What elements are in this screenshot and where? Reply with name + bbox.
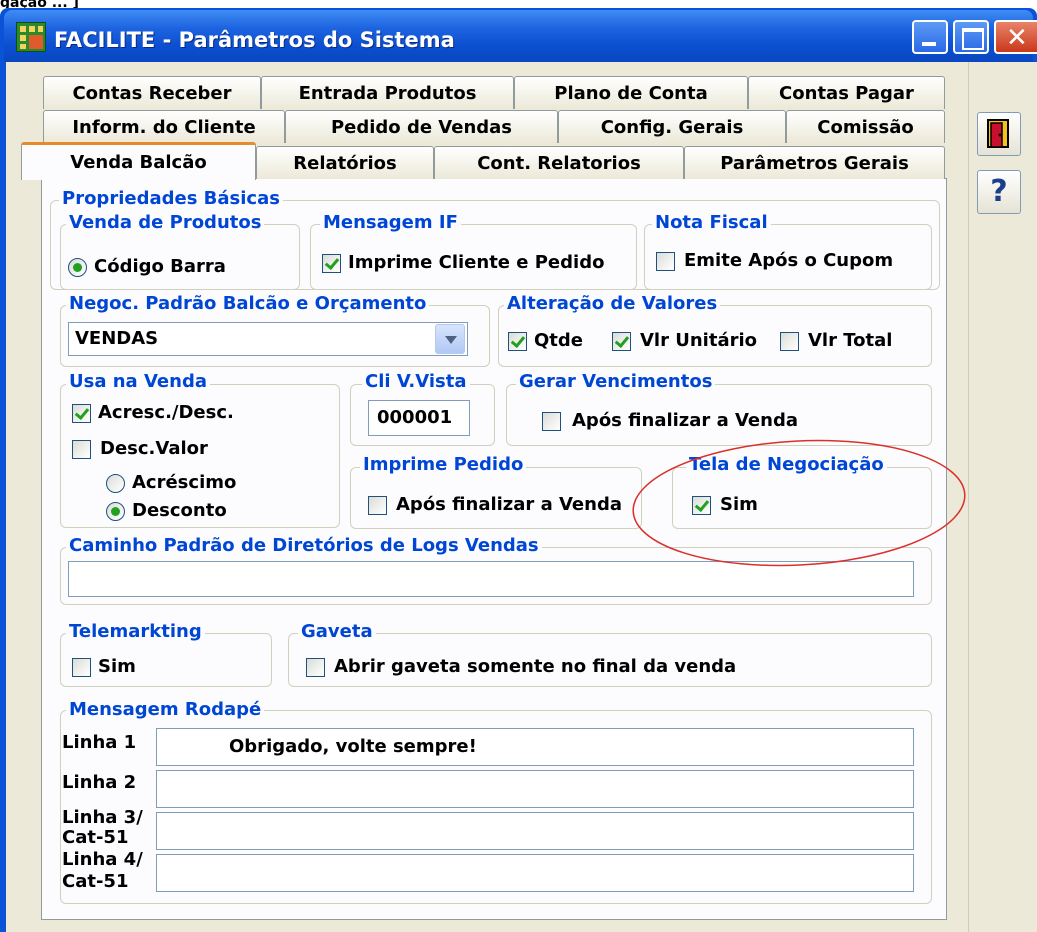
gerar-vencimentos-label: Após finalizar a Venda (572, 410, 798, 431)
window-title: FACILITE - Parâmetros do Sistema (54, 28, 455, 52)
checkbox-desc-valor[interactable] (72, 440, 91, 459)
acresc-desc-label: Acresc./Desc. (98, 402, 234, 423)
linha-3-input[interactable] (156, 812, 914, 850)
help-button[interactable]: ? (977, 170, 1021, 214)
propriedades-basicas-title: Propriedades Básicas (59, 189, 283, 209)
linha-3-cat-label: Cat-51 (62, 827, 129, 848)
close-icon: ✕ (1006, 23, 1028, 53)
checkbox-emite-apos-cupom[interactable] (656, 252, 675, 271)
checkbox-acresc-desc[interactable] (72, 404, 91, 423)
codigo-barra-label: Código Barra (94, 256, 226, 277)
cli-v-vista-input[interactable]: 000001 (368, 400, 470, 436)
group-tela-de-negociacao (672, 467, 932, 529)
telemarkting-sim-label: Sim (98, 656, 136, 677)
tab-comissao[interactable]: Comissão (786, 110, 945, 143)
nota-fiscal-title: Nota Fiscal (652, 213, 771, 233)
minimize-icon (922, 42, 936, 46)
app-icon (16, 22, 46, 52)
minimize-button[interactable] (912, 20, 948, 54)
linha-1-label: Linha 1 (62, 732, 137, 753)
linha-2-input[interactable] (156, 770, 914, 808)
close-button[interactable]: ✕ (994, 20, 1037, 54)
gaveta-label: Abrir gaveta somente no final da venda (334, 656, 737, 677)
gerar-vencimentos-title: Gerar Vencimentos (516, 372, 716, 392)
tab-venda-balcao[interactable]: Venda Balcão (21, 142, 256, 180)
tab-config-gerais[interactable]: Config. Gerais (558, 110, 786, 143)
gaveta-title: Gaveta (298, 622, 376, 642)
imprime-cliente-pedido-label: Imprime Cliente e Pedido (348, 252, 605, 273)
linha-4-input[interactable] (156, 854, 914, 892)
checkbox-gerar-vencimentos[interactable] (542, 412, 561, 431)
tab-relatorios[interactable]: Relatórios (256, 146, 434, 179)
checkbox-vlr-unitario[interactable] (612, 332, 631, 351)
tab-cont-relatorios[interactable]: Cont. Relatorios (434, 146, 684, 179)
checkbox-tela-negociacao-sim[interactable] (692, 496, 711, 515)
checkbox-telemarkting-sim[interactable] (72, 658, 91, 677)
mensagem-if-title: Mensagem IF (320, 213, 461, 233)
checkbox-gaveta[interactable] (306, 658, 325, 677)
tab-plano-de-conta[interactable]: Plano de Conta (514, 76, 748, 109)
radio-desconto[interactable] (106, 502, 125, 521)
radio-acrescimo[interactable] (106, 474, 125, 493)
acrescimo-label: Acréscimo (132, 472, 237, 493)
tab-contas-receber[interactable]: Contas Receber (43, 76, 261, 109)
radio-codigo-barra[interactable] (68, 258, 87, 277)
qtde-label: Qtde (534, 330, 583, 351)
desc-valor-label: Desc.Valor (100, 438, 208, 459)
caminho-logs-title: Caminho Padrão de Diretórios de Logs Ven… (66, 536, 542, 556)
alteracao-valores-title: Alteração de Valores (504, 294, 721, 314)
usa-na-venda-title: Usa na Venda (66, 372, 210, 392)
tab-inform-do-cliente[interactable]: Inform. do Cliente (43, 110, 285, 143)
tab-entrada-produtos[interactable]: Entrada Produtos (261, 76, 514, 109)
emite-apos-cupom-label: Emite Após o Cupom (684, 250, 894, 271)
venda-de-produtos-title: Venda de Produtos (66, 213, 265, 233)
negociacao-select[interactable]: VENDAS (68, 322, 468, 356)
imprime-pedido-label: Após finalizar a Venda (396, 494, 622, 515)
maximize-button[interactable] (953, 20, 989, 54)
tela-de-negociacao-title: Tela de Negociação (686, 455, 887, 475)
tab-contas-pagar[interactable]: Contas Pagar (748, 76, 945, 109)
door-exit-icon (987, 119, 1009, 148)
negociacao-value: VENDAS (75, 328, 159, 349)
imprime-pedido-title: Imprime Pedido (360, 455, 527, 475)
negociacao-title: Negoc. Padrão Balcão e Orçamento (66, 294, 430, 314)
tab-pedido-de-vendas[interactable]: Pedido de Vendas (285, 110, 558, 143)
checkbox-imprime-pedido[interactable] (368, 496, 387, 515)
vlr-unitario-label: Vlr Unitário (640, 330, 758, 351)
linha-2-label: Linha 2 (62, 772, 137, 793)
linha-4-label: Linha 4/ (62, 849, 143, 870)
linha-1-input[interactable]: Obrigado, volte sempre! (156, 728, 914, 766)
caminho-logs-input[interactable] (68, 561, 914, 597)
chevron-down-icon[interactable] (435, 324, 465, 354)
tela-negociacao-sim-label: Sim (720, 494, 758, 515)
vlr-total-label: Vlr Total (808, 330, 893, 351)
cli-v-vista-title: Cli V.Vista (362, 372, 470, 392)
linha-3-label: Linha 3/ (62, 807, 143, 828)
mensagem-rodape-title: Mensagem Rodapé (66, 700, 265, 720)
cli-v-vista-value: 000001 (377, 407, 453, 428)
checkbox-imprime-cliente-pedido[interactable] (322, 254, 341, 273)
telemarkting-title: Telemarkting (66, 622, 205, 642)
question-mark-icon: ? (990, 174, 1008, 209)
checkbox-qtde[interactable] (508, 332, 527, 351)
checkbox-vlr-total[interactable] (780, 332, 799, 351)
tab-parametros-gerais[interactable]: Parâmetros Gerais (684, 146, 945, 179)
exit-button[interactable] (977, 112, 1021, 156)
linha-4-cat-label: Cat-51 (62, 871, 129, 892)
linha-1-value: Obrigado, volte sempre! (229, 736, 477, 757)
desconto-label: Desconto (132, 500, 227, 521)
maximize-icon (962, 28, 984, 50)
cropped-top-text: gação ... ] (0, 0, 79, 8)
